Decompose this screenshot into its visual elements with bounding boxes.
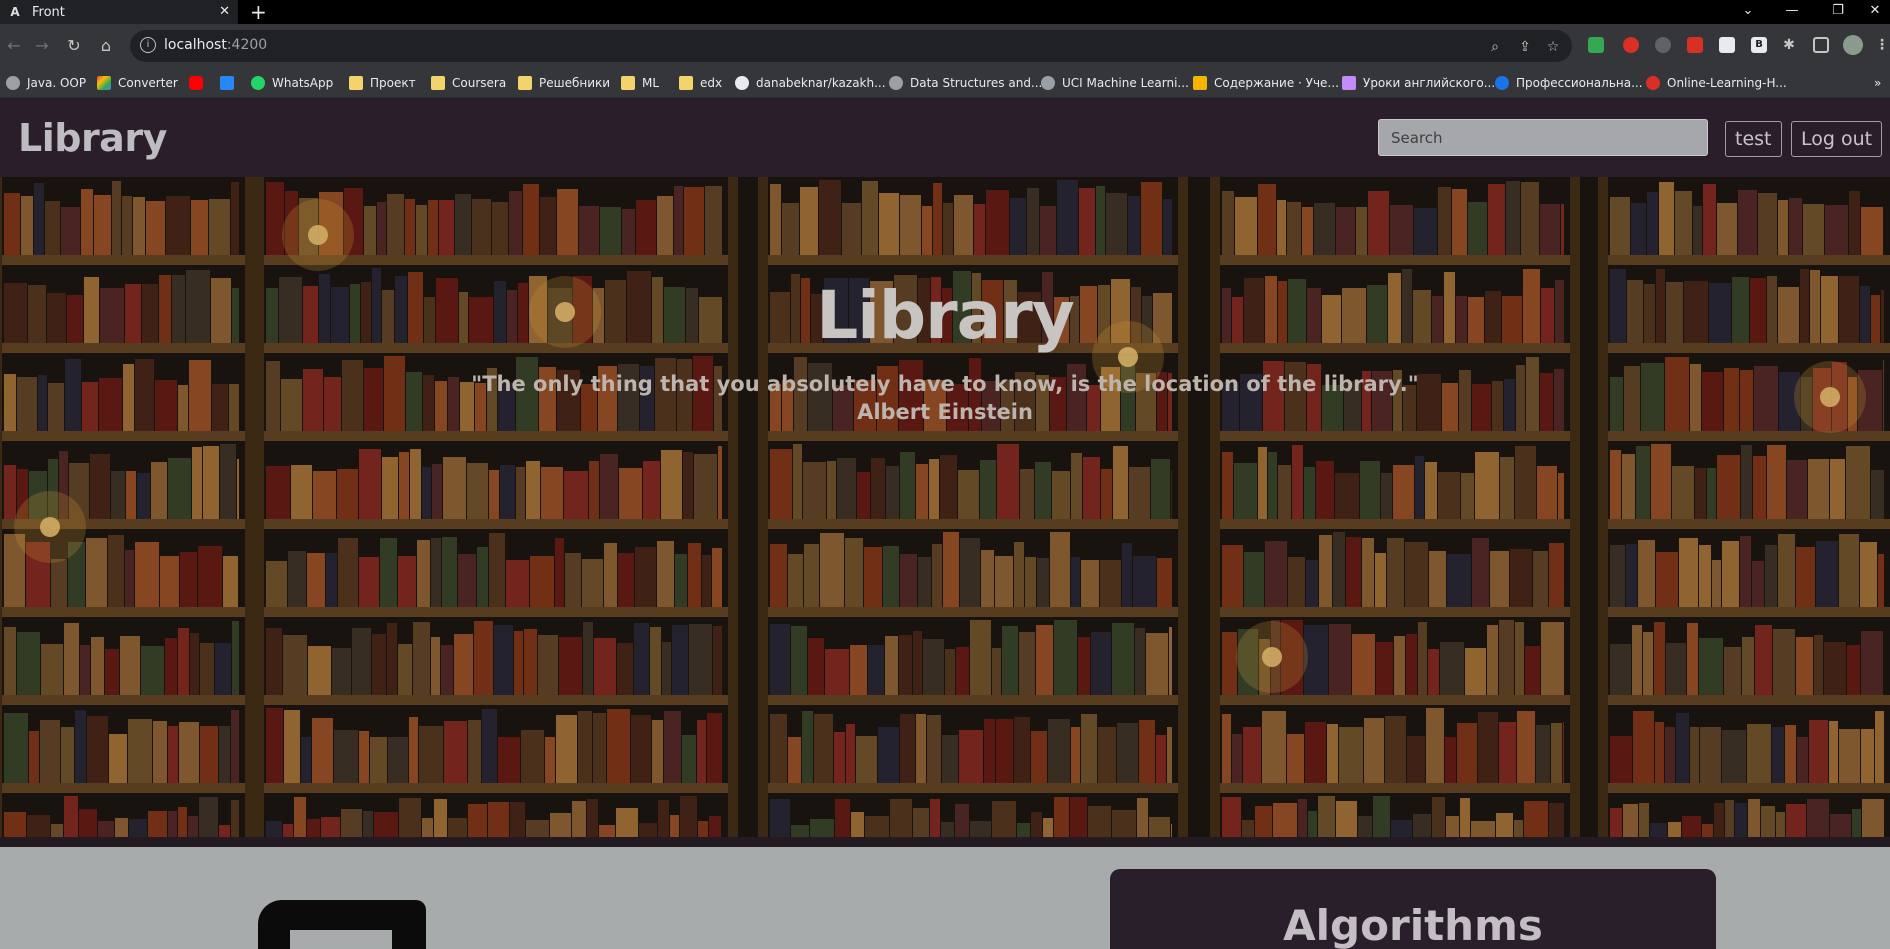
extension-adblock-icon[interactable] — [1623, 37, 1639, 53]
bookmark-folder-reshebniki[interactable]: Решебники — [518, 74, 610, 92]
share-icon[interactable]: ⇪ — [1516, 38, 1534, 56]
hero-banner: Library "The only thing that you absolut… — [0, 177, 1890, 837]
tab-title: Front — [32, 4, 65, 20]
extension-youtube-icon[interactable] — [1687, 37, 1703, 53]
restore-window-icon[interactable]: ❐ — [1818, 0, 1858, 24]
bookmark-folder-proekt[interactable]: Проект — [349, 74, 416, 92]
category-card-title: Algorithms — [1283, 901, 1543, 949]
puzzle-icon — [1342, 76, 1356, 90]
section-divider — [0, 837, 1890, 847]
bookmark-java-oop[interactable]: Java. OOP — [6, 74, 86, 92]
extension-sheets-icon[interactable] — [1588, 37, 1604, 53]
browser-menu-icon[interactable]: ⋮ — [1874, 37, 1890, 53]
globe-icon — [6, 76, 20, 90]
address-bar[interactable]: i localhost:4200 ⌕ ⇪ ☆ — [130, 30, 1572, 62]
angular-favicon-icon: A — [10, 5, 20, 19]
extensions-puzzle-icon[interactable]: ✱ — [1781, 37, 1797, 53]
apple-icon — [1646, 76, 1660, 90]
search-input[interactable] — [1378, 119, 1708, 156]
bookmark-uci-ml[interactable]: UCI Machine Learni... — [1041, 74, 1189, 92]
hero-title: Library — [816, 277, 1075, 354]
reload-icon[interactable]: ↻ — [64, 36, 84, 56]
folder-icon — [431, 76, 445, 90]
minimize-window-icon[interactable]: — — [1772, 0, 1812, 24]
folder-icon — [349, 76, 363, 90]
bookmark-whatsapp[interactable]: WhatsApp — [251, 74, 333, 92]
tab-search-chevron-icon[interactable]: ⌄ — [1728, 0, 1768, 24]
converter-icon — [97, 76, 111, 90]
github-icon — [735, 76, 749, 90]
new-tab-plus-icon[interactable]: + — [250, 1, 267, 23]
bookmark-star-icon[interactable]: ☆ — [1544, 38, 1562, 56]
site-info-icon[interactable]: i — [140, 37, 156, 53]
bookmark-youtube[interactable] — [189, 74, 203, 92]
bookmarks-bar: Java. OOP Converter WhatsApp Проект Cour… — [0, 68, 1890, 98]
bookmark-online-learning[interactable]: Online-Learning-H... — [1646, 74, 1787, 92]
bookmark-soderzhanie[interactable]: Содержание · Уче... — [1193, 74, 1339, 92]
globe-icon — [889, 76, 903, 90]
bookmark-data-structures[interactable]: Data Structures and... — [889, 74, 1042, 92]
bookshelf-background-image — [0, 177, 1890, 837]
forward-arrow-icon[interactable]: → — [32, 36, 52, 56]
folder-icon — [679, 76, 693, 90]
bookmark-folder-ml[interactable]: ML — [621, 74, 659, 92]
bookmark-github[interactable]: danabeknar/kazakh... — [735, 74, 886, 92]
user-button[interactable]: test — [1725, 121, 1782, 157]
close-window-icon[interactable]: ✕ — [1860, 0, 1890, 24]
close-tab-icon[interactable]: ✕ — [219, 4, 230, 19]
browser-tab-bar: A Front ✕ + ⌄ — ❐ ✕ — [0, 0, 1890, 24]
hero-quote-author: Albert Einstein — [857, 400, 1033, 424]
home-icon[interactable]: ⌂ — [96, 36, 116, 56]
book-icon — [1193, 76, 1207, 90]
youtube-icon — [189, 76, 203, 90]
page-viewport: Library test Log out Library "The only t… — [0, 98, 1890, 949]
back-arrow-icon[interactable]: ← — [4, 36, 24, 56]
extension-window-icon[interactable] — [1719, 37, 1735, 53]
folder-icon — [621, 76, 635, 90]
bookmark-vk[interactable] — [220, 74, 234, 92]
folder-icon — [518, 76, 532, 90]
profile-avatar[interactable] — [1843, 35, 1863, 55]
extension-b-icon[interactable]: B — [1751, 37, 1767, 53]
whatsapp-icon — [251, 76, 265, 90]
bookmark-folder-edx[interactable]: edx — [679, 74, 722, 92]
site-navbar: Library test Log out — [0, 98, 1890, 177]
extension-circle-icon[interactable] — [1655, 37, 1671, 53]
url-text: localhost:4200 — [164, 37, 268, 53]
site-brand[interactable]: Library — [18, 116, 167, 160]
bookmarks-overflow-icon[interactable]: » — [1874, 74, 1881, 92]
c-icon — [1495, 76, 1509, 90]
bookmark-folder-coursera[interactable]: Coursera — [431, 74, 506, 92]
bookmark-professionalna[interactable]: Профессиональна... — [1495, 74, 1643, 92]
browser-toolbar: ← → ↻ ⌂ i localhost:4200 ⌕ ⇪ ☆ B ✱ ⋮ — [0, 24, 1890, 68]
category-card[interactable]: Algorithms — [1110, 869, 1716, 949]
logout-button[interactable]: Log out — [1791, 121, 1883, 157]
book-cover-image — [258, 900, 426, 949]
bookmark-converter[interactable]: Converter — [97, 74, 178, 92]
bookmark-uroki[interactable]: Уроки английского... — [1342, 74, 1495, 92]
globe-icon — [1041, 76, 1055, 90]
vk-icon — [220, 76, 234, 90]
hero-quote: "The only thing that you absolutely have… — [471, 372, 1419, 396]
zoom-icon[interactable]: ⌕ — [1486, 38, 1504, 56]
side-panel-icon[interactable] — [1813, 37, 1829, 53]
browser-tab[interactable]: A Front ✕ — [0, 0, 238, 24]
